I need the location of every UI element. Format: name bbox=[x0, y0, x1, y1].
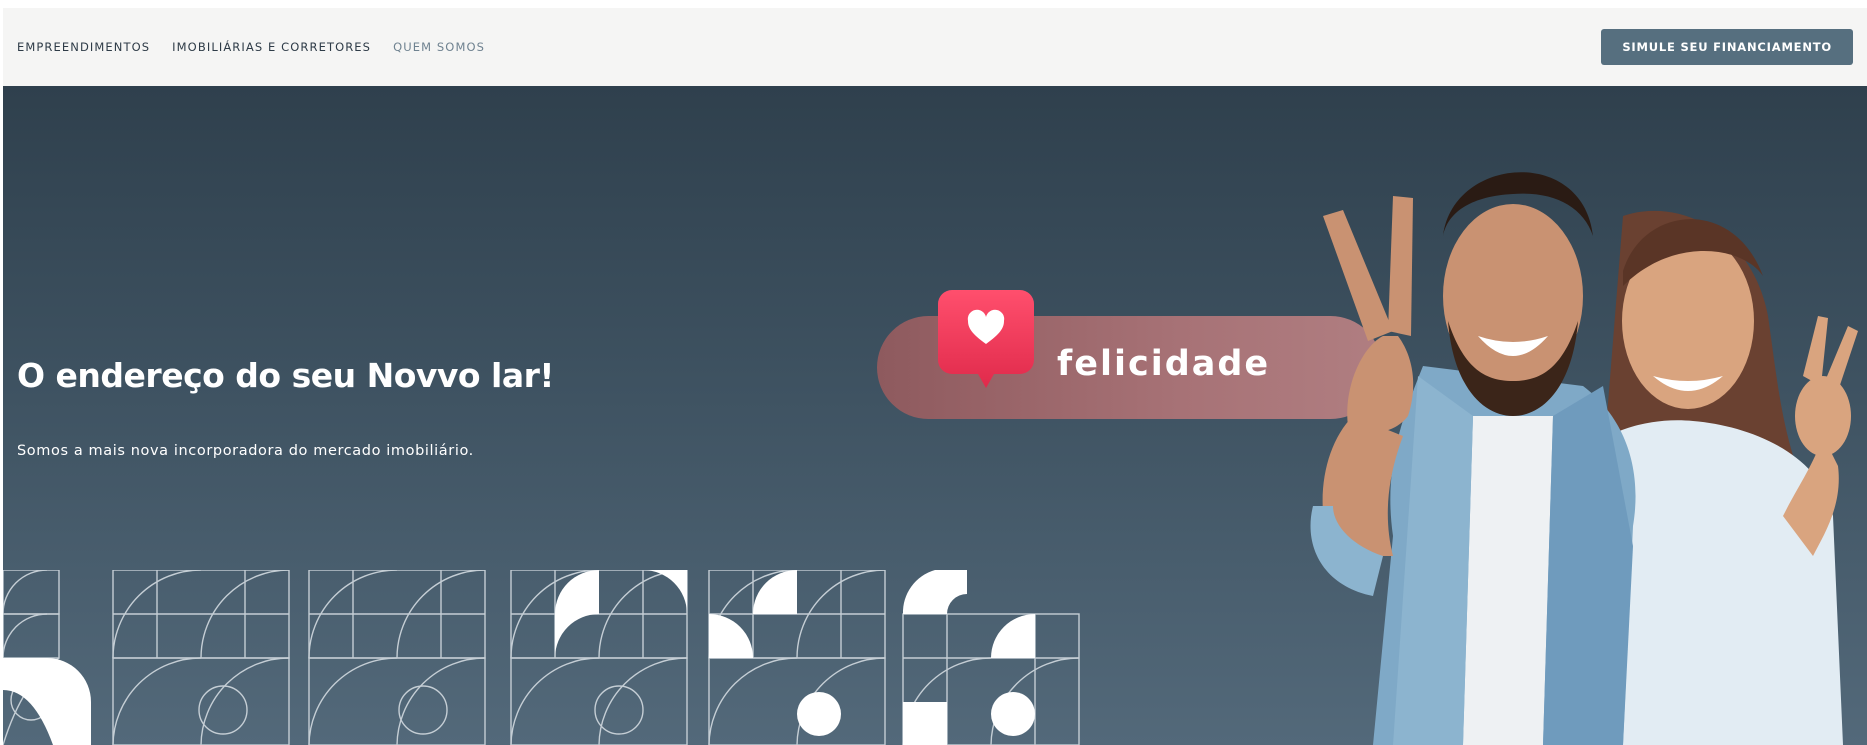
man-figure bbox=[1310, 172, 1636, 745]
nav-link-empreendimentos[interactable]: EMPREENDIMENTOS bbox=[17, 40, 150, 54]
couple-photo bbox=[1310, 172, 1858, 745]
nav-link-quem-somos[interactable]: QUEM SOMOS bbox=[393, 40, 485, 54]
top-nav-bar: EMPREENDIMENTOS IMOBILIÁRIAS E CORRETORE… bbox=[3, 8, 1867, 86]
hero-section: O endereço do seu Novvo lar! Somos a mai… bbox=[3, 86, 1867, 745]
hero-title: O endereço do seu Novvo lar! bbox=[17, 356, 554, 395]
heart-chat-icon bbox=[938, 290, 1034, 388]
nav-link-imobiliarias[interactable]: IMOBILIÁRIAS E CORRETORES bbox=[172, 40, 371, 54]
hero-subtitle: Somos a mais nova incorporadora do merca… bbox=[17, 443, 474, 459]
main-nav: EMPREENDIMENTOS IMOBILIÁRIAS E CORRETORE… bbox=[17, 8, 485, 86]
geometric-pattern bbox=[3, 570, 1080, 745]
simulate-financing-button[interactable]: SIMULE SEU FINANCIAMENTO bbox=[1601, 29, 1853, 65]
